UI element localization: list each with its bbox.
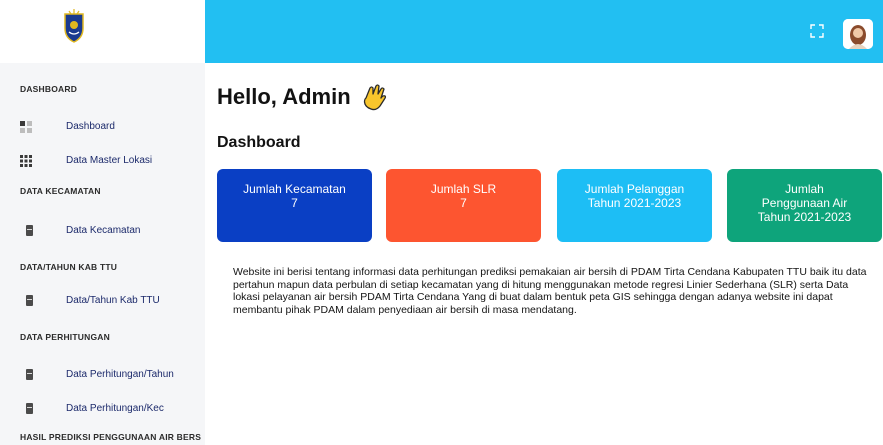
section-data-perhitungan: DATA PERHITUNGAN	[20, 332, 110, 342]
card-label: Jumlah Kecamatan	[243, 182, 346, 196]
description-text: Website ini berisi tentang informasi dat…	[233, 266, 867, 316]
section-data-tahun-kab-ttu: DATA/TAHUN KAB TTU	[20, 262, 118, 272]
card-subtitle: Tahun 2021-2023	[757, 210, 852, 224]
sidebar: DASHBOARD Dashboard Data Master Lokasi D…	[0, 0, 205, 445]
sidebar-item-data-perhitungan-kec[interactable]: Data Perhitungan/Kec	[20, 398, 200, 418]
sidebar-item-label: Dashboard	[66, 120, 115, 132]
card-jumlah-kecamatan[interactable]: Jumlah Kecamatan 7	[217, 169, 372, 242]
greeting-text: Hello, Admin	[217, 84, 351, 109]
sidebar-item-data-kecamatan[interactable]: Data Kecamatan	[20, 220, 200, 240]
document-icon	[26, 368, 33, 380]
document-icon	[26, 224, 33, 236]
dots-grid-icon	[20, 154, 32, 167]
page-title: Dashboard	[217, 134, 301, 151]
sidebar-item-label: Data/Tahun Kab TTU	[66, 294, 160, 306]
card-subtitle: Tahun 2021-2023	[587, 196, 682, 210]
section-dashboard: DASHBOARD	[20, 84, 78, 94]
dashboard-grid-icon	[20, 120, 32, 133]
sidebar-item-label: Data Perhitungan/Tahun	[66, 368, 174, 380]
sidebar-item-dashboard[interactable]: Dashboard	[20, 116, 200, 136]
waving-hand-icon	[363, 84, 386, 111]
card-jumlah-penggunaan-air[interactable]: Jumlah Penggunaan Air Tahun 2021-2023	[727, 169, 882, 242]
document-icon	[26, 402, 33, 414]
card-value: 7	[460, 196, 467, 210]
card-value: 7	[291, 196, 298, 210]
card-label: Jumlah Pelanggan	[584, 182, 685, 196]
fullscreen-icon[interactable]	[810, 24, 824, 38]
section-data-kecamatan: DATA KECAMATAN	[20, 186, 101, 196]
greeting: Hello, Admin	[217, 82, 389, 112]
user-avatar-icon[interactable]	[843, 19, 873, 49]
section-hasil-prediksi: HASIL PREDIKSI PENGGUNAAN AIR BERS	[20, 432, 202, 442]
card-label: Jumlah	[785, 182, 824, 196]
top-bar	[205, 0, 883, 63]
card-jumlah-pelanggan[interactable]: Jumlah Pelanggan Tahun 2021-2023	[557, 169, 712, 242]
card-label: Jumlah SLR	[430, 182, 497, 196]
sidebar-item-label: Data Master Lokasi	[66, 154, 153, 166]
card-label-2: Penggunaan Air	[761, 196, 848, 210]
sidebar-item-label: Data Kecamatan	[66, 224, 141, 236]
sidebar-item-label: Data Perhitungan/Kec	[66, 402, 164, 414]
main-content: Hello, Admin Dashboard Jumlah Kecamatan …	[205, 63, 883, 445]
brand-placeholder	[14, 11, 46, 49]
sidebar-item-data-master-lokasi[interactable]: Data Master Lokasi	[20, 150, 200, 170]
logo-icon	[64, 9, 84, 43]
brand-area	[0, 0, 205, 63]
card-jumlah-slr[interactable]: Jumlah SLR 7	[386, 169, 541, 242]
document-icon	[26, 294, 33, 306]
sidebar-item-data-tahun-kab-ttu[interactable]: Data/Tahun Kab TTU	[20, 290, 200, 310]
sidebar-item-data-perhitungan-tahun[interactable]: Data Perhitungan/Tahun	[20, 364, 200, 384]
